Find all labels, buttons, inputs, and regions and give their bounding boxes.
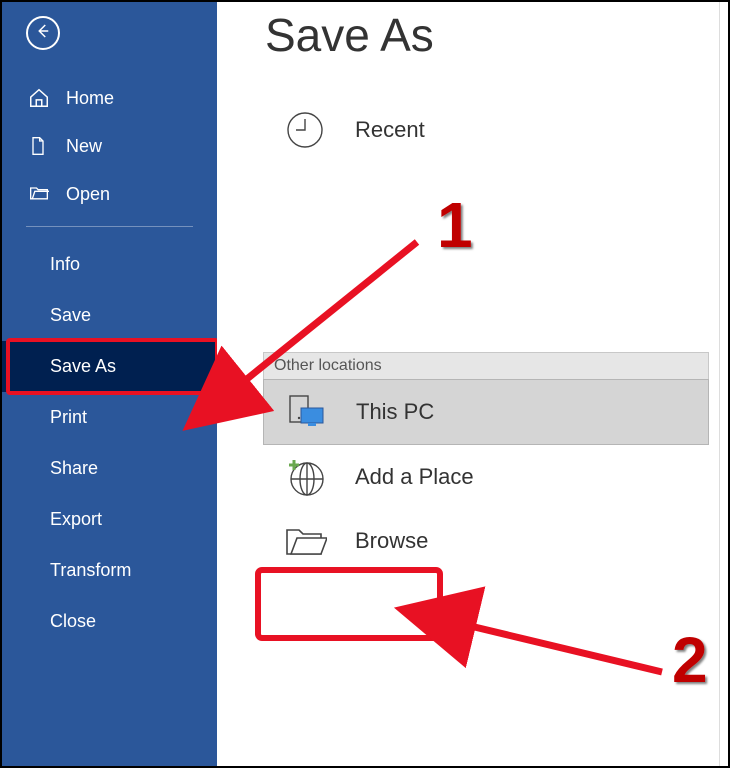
nav-print[interactable]: Print (2, 392, 217, 443)
location-recent[interactable]: Recent (263, 98, 709, 162)
loc-label: Browse (355, 528, 428, 554)
backstage-sidebar: Home New Open Info Save Save As Print Sh… (2, 2, 217, 766)
other-locations-header: Other locations (263, 352, 709, 379)
location-browse[interactable]: Browse (263, 509, 709, 573)
nav-share[interactable]: Share (2, 443, 217, 494)
browse-folder-icon (283, 519, 327, 563)
loc-label: This PC (356, 399, 434, 425)
loc-label: Add a Place (355, 464, 474, 490)
page-title: Save As (223, 2, 719, 98)
nav-transform[interactable]: Transform (2, 545, 217, 596)
location-this-pc[interactable]: This PC (263, 379, 709, 445)
nav-label: Home (66, 88, 114, 109)
location-add-place[interactable]: Add a Place (263, 445, 709, 509)
this-pc-icon (284, 390, 328, 434)
back-arrow-icon (34, 22, 52, 45)
home-icon (28, 87, 50, 109)
nav-save-as[interactable]: Save As (2, 341, 217, 392)
loc-label: Recent (355, 117, 425, 143)
nav-info[interactable]: Info (2, 239, 217, 290)
nav-export[interactable]: Export (2, 494, 217, 545)
nav-open[interactable]: Open (2, 170, 217, 218)
nav-close[interactable]: Close (2, 596, 217, 647)
sidebar-divider (26, 226, 193, 227)
back-button[interactable] (26, 16, 60, 50)
add-place-icon (283, 455, 327, 499)
open-folder-icon (28, 183, 50, 205)
clock-icon (283, 108, 327, 152)
nav-save[interactable]: Save (2, 290, 217, 341)
nav-label: New (66, 136, 102, 157)
main-pane: Save As Recent Other locations This PC (217, 2, 728, 766)
nav-label: Open (66, 184, 110, 205)
new-doc-icon (28, 135, 50, 157)
nav-home[interactable]: Home (2, 74, 217, 122)
nav-new[interactable]: New (2, 122, 217, 170)
